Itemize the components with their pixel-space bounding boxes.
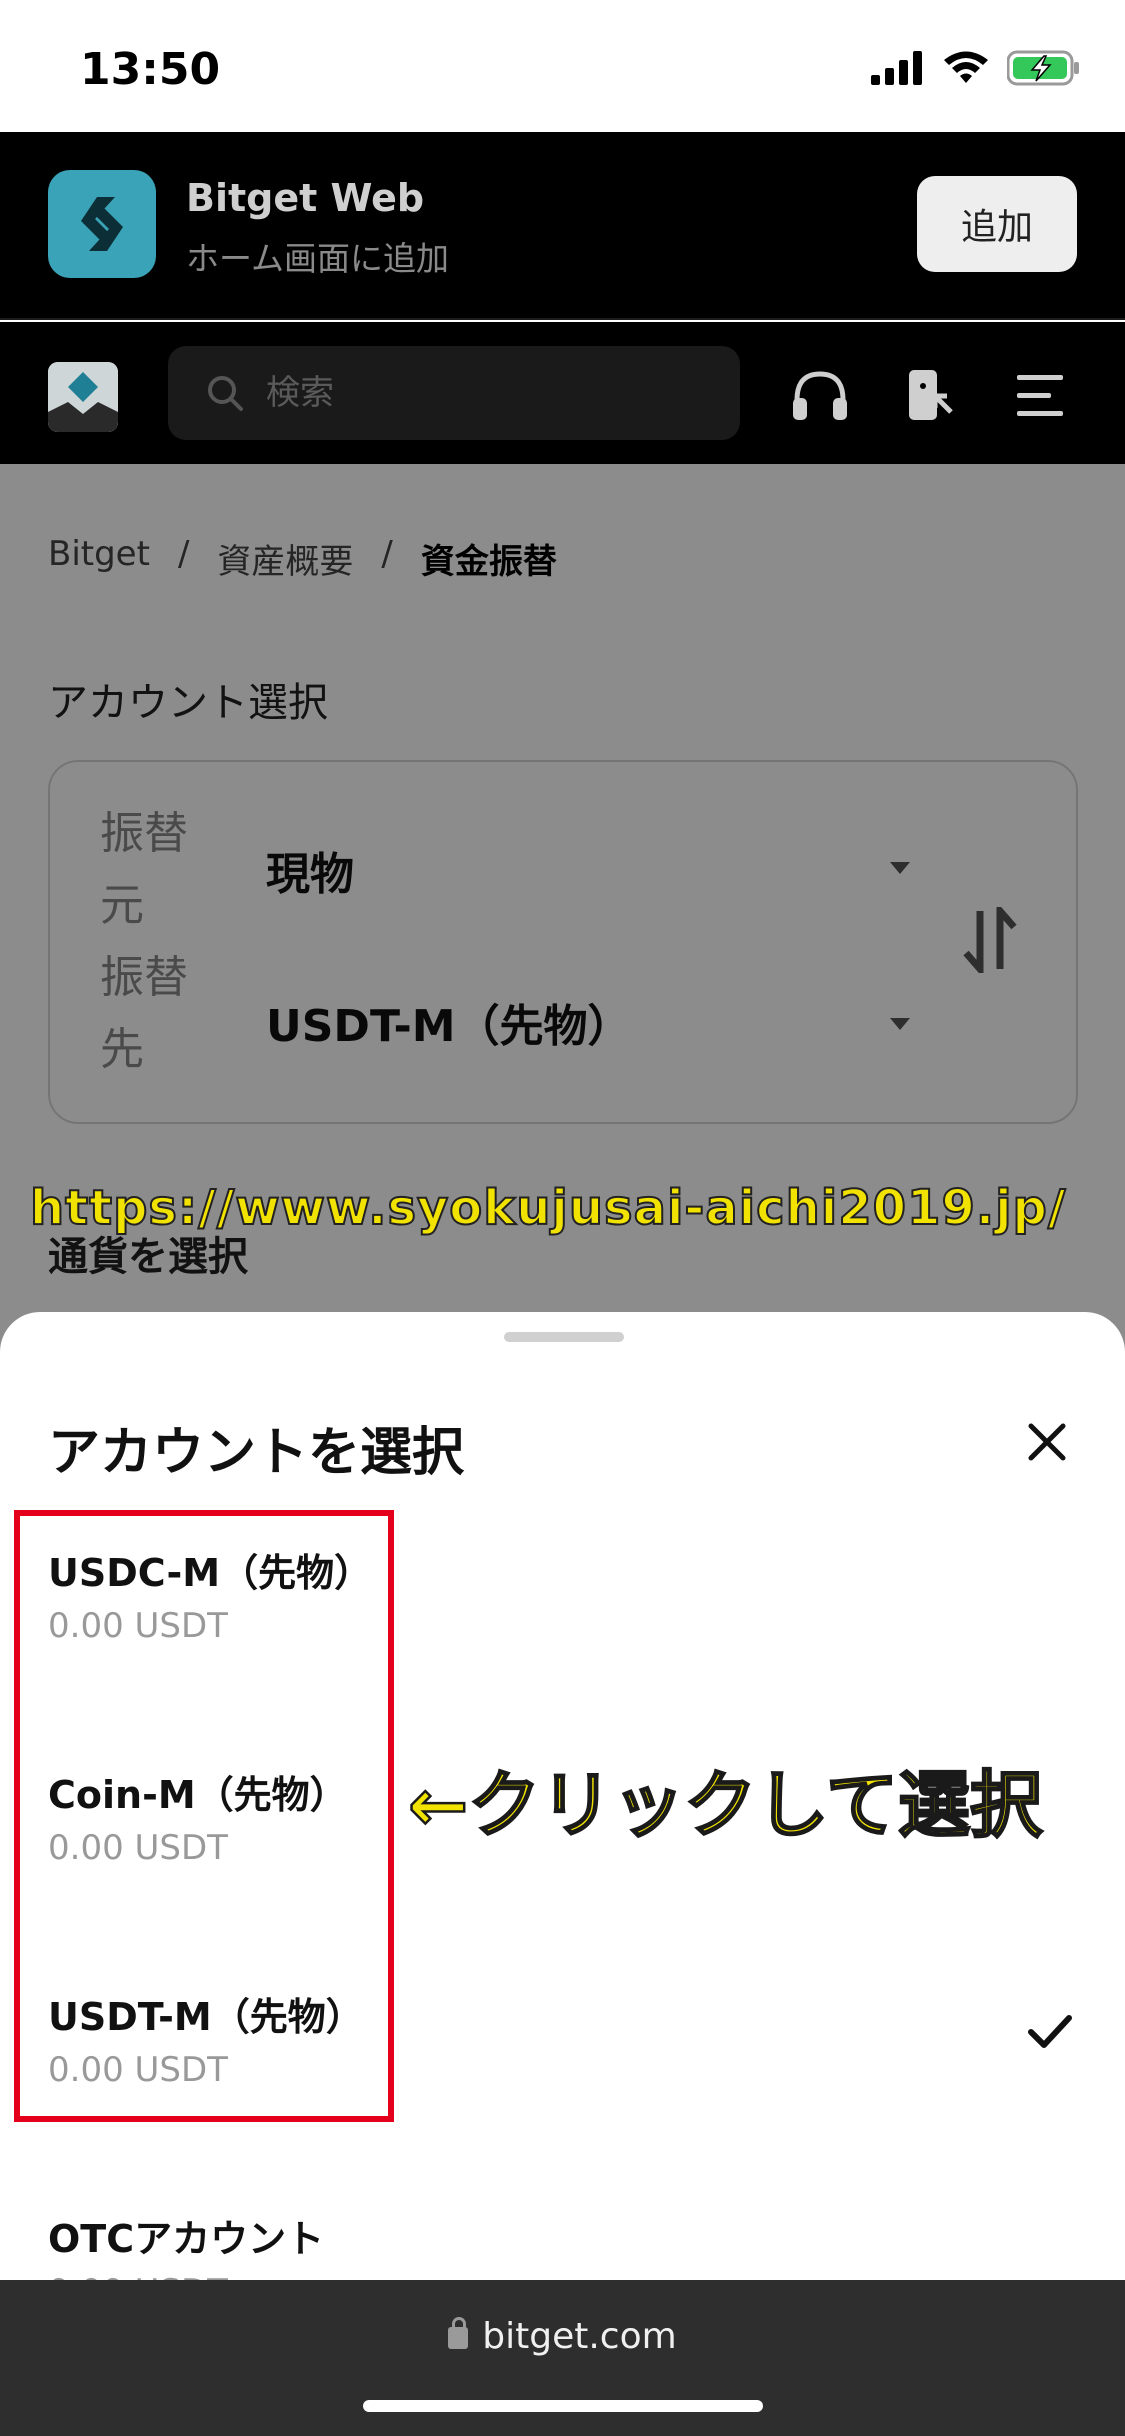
callout-annotation: ←クリックして選択 [407,1762,1044,1849]
search-icon [208,376,243,411]
search-input[interactable] [266,373,686,413]
status-icons [871,50,1081,86]
download-app-icon[interactable] [900,366,960,426]
option-name: OTCアカウント [48,2217,325,2261]
checkmark-icon [1028,2015,1072,2048]
signal-icon [871,51,922,85]
sheet-title: アカウントを選択 [48,1423,465,1483]
close-button[interactable] [1017,1412,1077,1472]
install-banner: Bitget Web ホーム画面に追加 追加 [0,132,1125,320]
app-subtitle: ホーム画面に追加 [186,239,450,278]
browser-bottom-bar: bitget.com [0,2280,1125,2436]
status-time: 13:50 [80,44,221,95]
close-icon [1028,1423,1066,1461]
sheet-drag-handle[interactable] [504,1332,624,1342]
battery-charging-icon [1007,50,1079,86]
menu-icon[interactable] [1010,366,1070,426]
nav-bar [0,322,1125,464]
avatar[interactable] [48,362,118,432]
status-bar: 13:50 [0,0,1125,132]
wifi-icon [944,51,988,83]
add-to-home-button[interactable]: 追加 [917,176,1077,272]
search-box[interactable] [168,346,740,440]
headset-icon[interactable] [790,366,850,426]
highlight-annotation-box [14,1510,394,2122]
url-text: bitget.com [482,2316,677,2357]
lock-icon [448,2317,469,2349]
app-title: Bitget Web [186,176,425,220]
watermark-url: https://www.syokujusai-aichi2019.jp/ [29,1179,1067,1237]
address-bar[interactable]: bitget.com [0,2316,1125,2357]
app-icon [48,170,156,278]
home-indicator[interactable] [363,2400,763,2412]
bitget-logo-icon [81,197,123,251]
